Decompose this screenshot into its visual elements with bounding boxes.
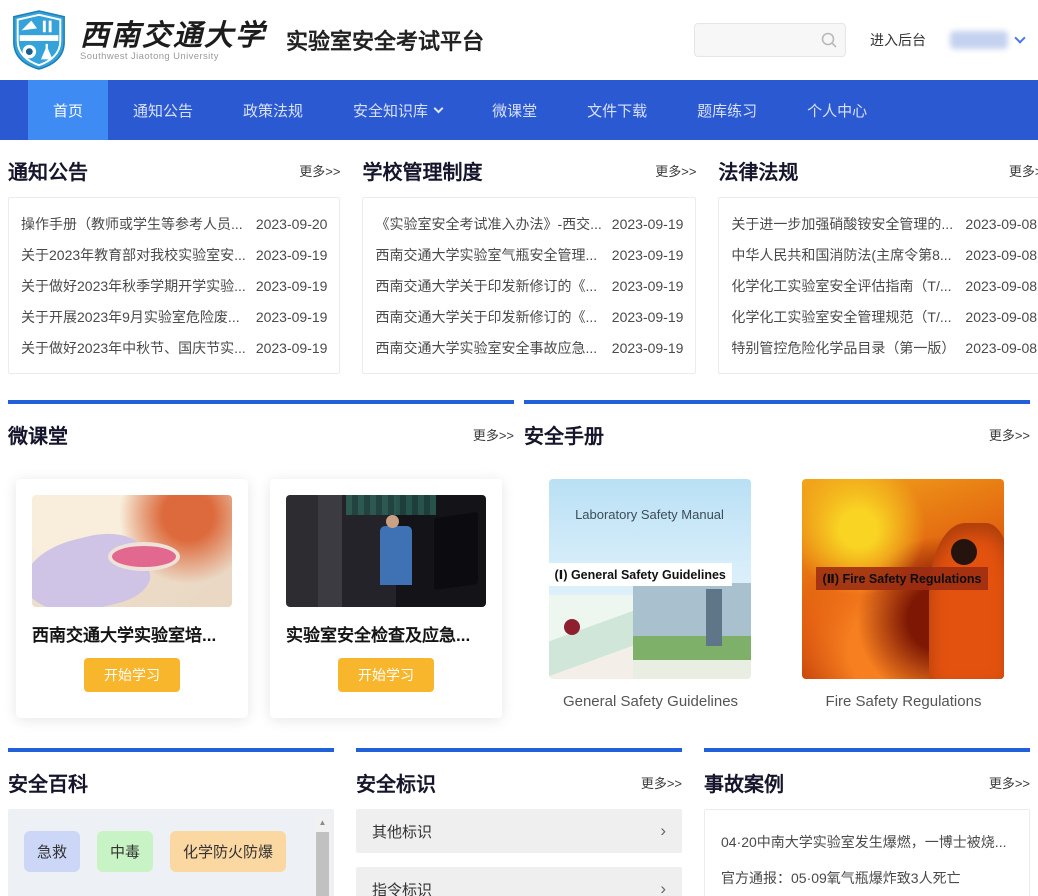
search-icon[interactable] (820, 31, 838, 49)
vertical-scrollbar[interactable]: ▲ (314, 814, 331, 896)
notices-section: 通知公告 更多>> 操作手册（教师或学生等参考人员...2023-09-20 关… (8, 140, 340, 374)
notices-title: 通知公告 (8, 156, 88, 185)
university-name-en: Southwest Jiaotong University (80, 51, 266, 62)
nav-item-micro-class[interactable]: 微课堂 (467, 80, 562, 140)
top-lists-row: 通知公告 更多>> 操作手册（教师或学生等参考人员...2023-09-20 关… (8, 140, 1030, 374)
start-learning-button[interactable]: 开始学习 (338, 658, 434, 692)
list-item[interactable]: 《实验室安全考试准入办法》-西交...2023-09-19 (375, 208, 683, 239)
start-learning-button[interactable]: 开始学习 (84, 658, 180, 692)
accident-cases-list: 04·20中南大学实验室发生爆燃，一博士被烧... 官方通报：05·09氧气瓶爆… (704, 809, 1030, 896)
micro-class-section: 微课堂 更多>> 西南交通大学实验室培... 开始学习 实验室安全检查及应急..… (8, 400, 514, 718)
nav-item-notices[interactable]: 通知公告 (108, 80, 218, 140)
course-card[interactable]: 西南交通大学实验室培... 开始学习 (16, 479, 248, 718)
main-content: 通知公告 更多>> 操作手册（教师或学生等参考人员...2023-09-20 关… (0, 140, 1038, 896)
chevron-down-icon (1014, 32, 1025, 43)
manual-book[interactable]: (Ⅱ) Fire Safety Regulations Fire Safety … (802, 479, 1006, 710)
notices-list: 操作手册（教师或学生等参考人员...2023-09-20 关于2023年教育部对… (8, 197, 340, 374)
university-name-cn: 西南交通大学 (80, 19, 266, 51)
safety-signs-section: 安全标识 更多>> 其他标识 › 指令标识 › (356, 748, 682, 896)
nav-item-policies[interactable]: 政策法规 (218, 80, 328, 140)
list-item[interactable]: 化学化工实验室安全评估指南（T/...2023-09-08 (731, 270, 1037, 301)
scrollbar-thumb[interactable] (316, 832, 329, 896)
bottom-row: 安全百科 急救 中毒 化学防火防爆 ▲ 安全标识 更多>> (8, 748, 1030, 896)
school-rules-title: 学校管理制度 (362, 156, 482, 185)
nav-item-question-bank[interactable]: 题库练习 (672, 80, 782, 140)
micro-class-more-link[interactable]: 更多>> (473, 425, 514, 444)
safety-signs-title: 安全标识 (356, 768, 436, 797)
safety-manual-more-link[interactable]: 更多>> (989, 425, 1030, 444)
school-rules-list: 《实验室安全考试准入办法》-西交...2023-09-19 西南交通大学实验室气… (362, 197, 696, 374)
safety-manual-title: 安全手册 (524, 420, 604, 449)
list-item[interactable]: 特别管控危险化学品目录（第一版）2023-09-08 (731, 332, 1037, 363)
chevron-down-icon (434, 104, 444, 114)
search-box (694, 23, 846, 57)
safety-signs-more-link[interactable]: 更多>> (641, 773, 682, 792)
sign-category-other[interactable]: 其他标识 › (356, 809, 682, 853)
accident-cases-title: 事故案例 (704, 768, 784, 797)
list-item[interactable]: 关于进一步加强硝酸铵安全管理的...2023-09-08 (731, 208, 1037, 239)
laws-title: 法律法规 (718, 156, 798, 185)
list-item[interactable]: 关于做好2023年秋季学期开学实验...2023-09-19 (21, 270, 327, 301)
safety-manual-section: 安全手册 更多>> Laboratory Safety Manual (Ⅰ) G… (524, 400, 1030, 718)
laws-list: 关于进一步加强硝酸铵安全管理的...2023-09-08 中华人民共和国消防法(… (718, 197, 1038, 374)
micro-class-title: 微课堂 (8, 420, 68, 449)
course-thumbnail-lab-inspection (286, 495, 486, 607)
laws-section: 法律法规 更多>> 关于进一步加强硝酸铵安全管理的...2023-09-08 中… (718, 140, 1038, 374)
nav-item-home[interactable]: 首页 (28, 80, 108, 140)
laws-more-link[interactable]: 更多>> (1009, 161, 1038, 180)
list-item[interactable]: 中华人民共和国消防法(主席令第8...2023-09-08 (731, 239, 1037, 270)
nav-item-knowledge-base[interactable]: 安全知识库 (328, 80, 467, 140)
main-nav: 首页 通知公告 政策法规 安全知识库 微课堂 文件下载 题库练习 个人中心 (0, 80, 1038, 140)
list-item[interactable]: 西南交通大学实验室气瓶安全管理...2023-09-19 (375, 239, 683, 270)
manual-caption: General Safety Guidelines (549, 693, 753, 710)
manual-caption: Fire Safety Regulations (802, 693, 1006, 710)
encyclopedia-section: 安全百科 急救 中毒 化学防火防爆 ▲ (8, 748, 334, 896)
accident-cases-section: 事故案例 更多>> 04·20中南大学实验室发生爆燃，一博士被烧... 官方通报… (704, 748, 1030, 896)
page-title: 实验室安全考试平台 (286, 24, 484, 56)
tag-chemical-fire[interactable]: 化学防火防爆 (170, 831, 286, 872)
site-header: 西南交通大学 Southwest Jiaotong University 实验室… (0, 0, 1038, 80)
encyclopedia-title: 安全百科 (8, 768, 88, 797)
nav-item-downloads[interactable]: 文件下载 (562, 80, 672, 140)
school-rules-section: 学校管理制度 更多>> 《实验室安全考试准入办法》-西交...2023-09-1… (362, 140, 696, 374)
list-item[interactable]: 化学化工实验室安全管理规范（T/...2023-09-08 (731, 301, 1037, 332)
list-item[interactable]: 关于开展2023年9月实验室危险废...2023-09-19 (21, 301, 327, 332)
middle-row: 微课堂 更多>> 西南交通大学实验室培... 开始学习 实验室安全检查及应急..… (8, 400, 1030, 718)
encyclopedia-panel: 急救 中毒 化学防火防爆 ▲ (8, 809, 334, 896)
manual-book[interactable]: Laboratory Safety Manual (Ⅰ) General Saf… (549, 479, 753, 710)
nav-item-personal-center[interactable]: 个人中心 (782, 80, 892, 140)
course-title: 实验室安全检查及应急... (286, 621, 486, 646)
list-item[interactable]: 西南交通大学关于印发新修订的《...2023-09-19 (375, 270, 683, 301)
sign-category-mandatory[interactable]: 指令标识 › (356, 867, 682, 896)
tag-first-aid[interactable]: 急救 (24, 831, 80, 872)
list-item[interactable]: 04·20中南大学实验室发生爆燃，一博士被烧... (721, 824, 1013, 860)
scroll-up-arrow-icon[interactable]: ▲ (314, 814, 331, 828)
list-item[interactable]: 关于做好2023年中秋节、国庆节实...2023-09-19 (21, 332, 327, 363)
user-menu[interactable] (950, 31, 1024, 49)
chevron-right-icon: › (660, 879, 666, 896)
username-redacted (950, 31, 1008, 49)
list-item[interactable]: 操作手册（教师或学生等参考人员...2023-09-20 (21, 208, 327, 239)
school-rules-more-link[interactable]: 更多>> (655, 161, 696, 180)
university-logo-icon (8, 9, 70, 71)
chevron-right-icon: › (660, 821, 666, 841)
course-title: 西南交通大学实验室培... (32, 621, 232, 646)
tag-poisoning[interactable]: 中毒 (97, 831, 153, 872)
logo-group: 西南交通大学 Southwest Jiaotong University 实验室… (8, 9, 484, 71)
accident-cases-more-link[interactable]: 更多>> (989, 773, 1030, 792)
course-thumbnail-petri-dish (32, 495, 232, 607)
course-card[interactable]: 实验室安全检查及应急... 开始学习 (270, 479, 502, 718)
list-item[interactable]: 官方通报：05·09氧气瓶爆炸致3人死亡 (721, 860, 1013, 896)
notices-more-link[interactable]: 更多>> (299, 161, 340, 180)
manual-cover-fire-safety: (Ⅱ) Fire Safety Regulations (802, 479, 1004, 679)
list-item[interactable]: 关于2023年教育部对我校实验室安...2023-09-19 (21, 239, 327, 270)
manual-cover-general-safety: Laboratory Safety Manual (Ⅰ) General Saf… (549, 479, 751, 679)
list-item[interactable]: 西南交通大学关于印发新修订的《...2023-09-19 (375, 301, 683, 332)
list-item[interactable]: 西南交通大学实验室安全事故应急...2023-09-19 (375, 332, 683, 363)
admin-backend-link[interactable]: 进入后台 (870, 30, 926, 50)
